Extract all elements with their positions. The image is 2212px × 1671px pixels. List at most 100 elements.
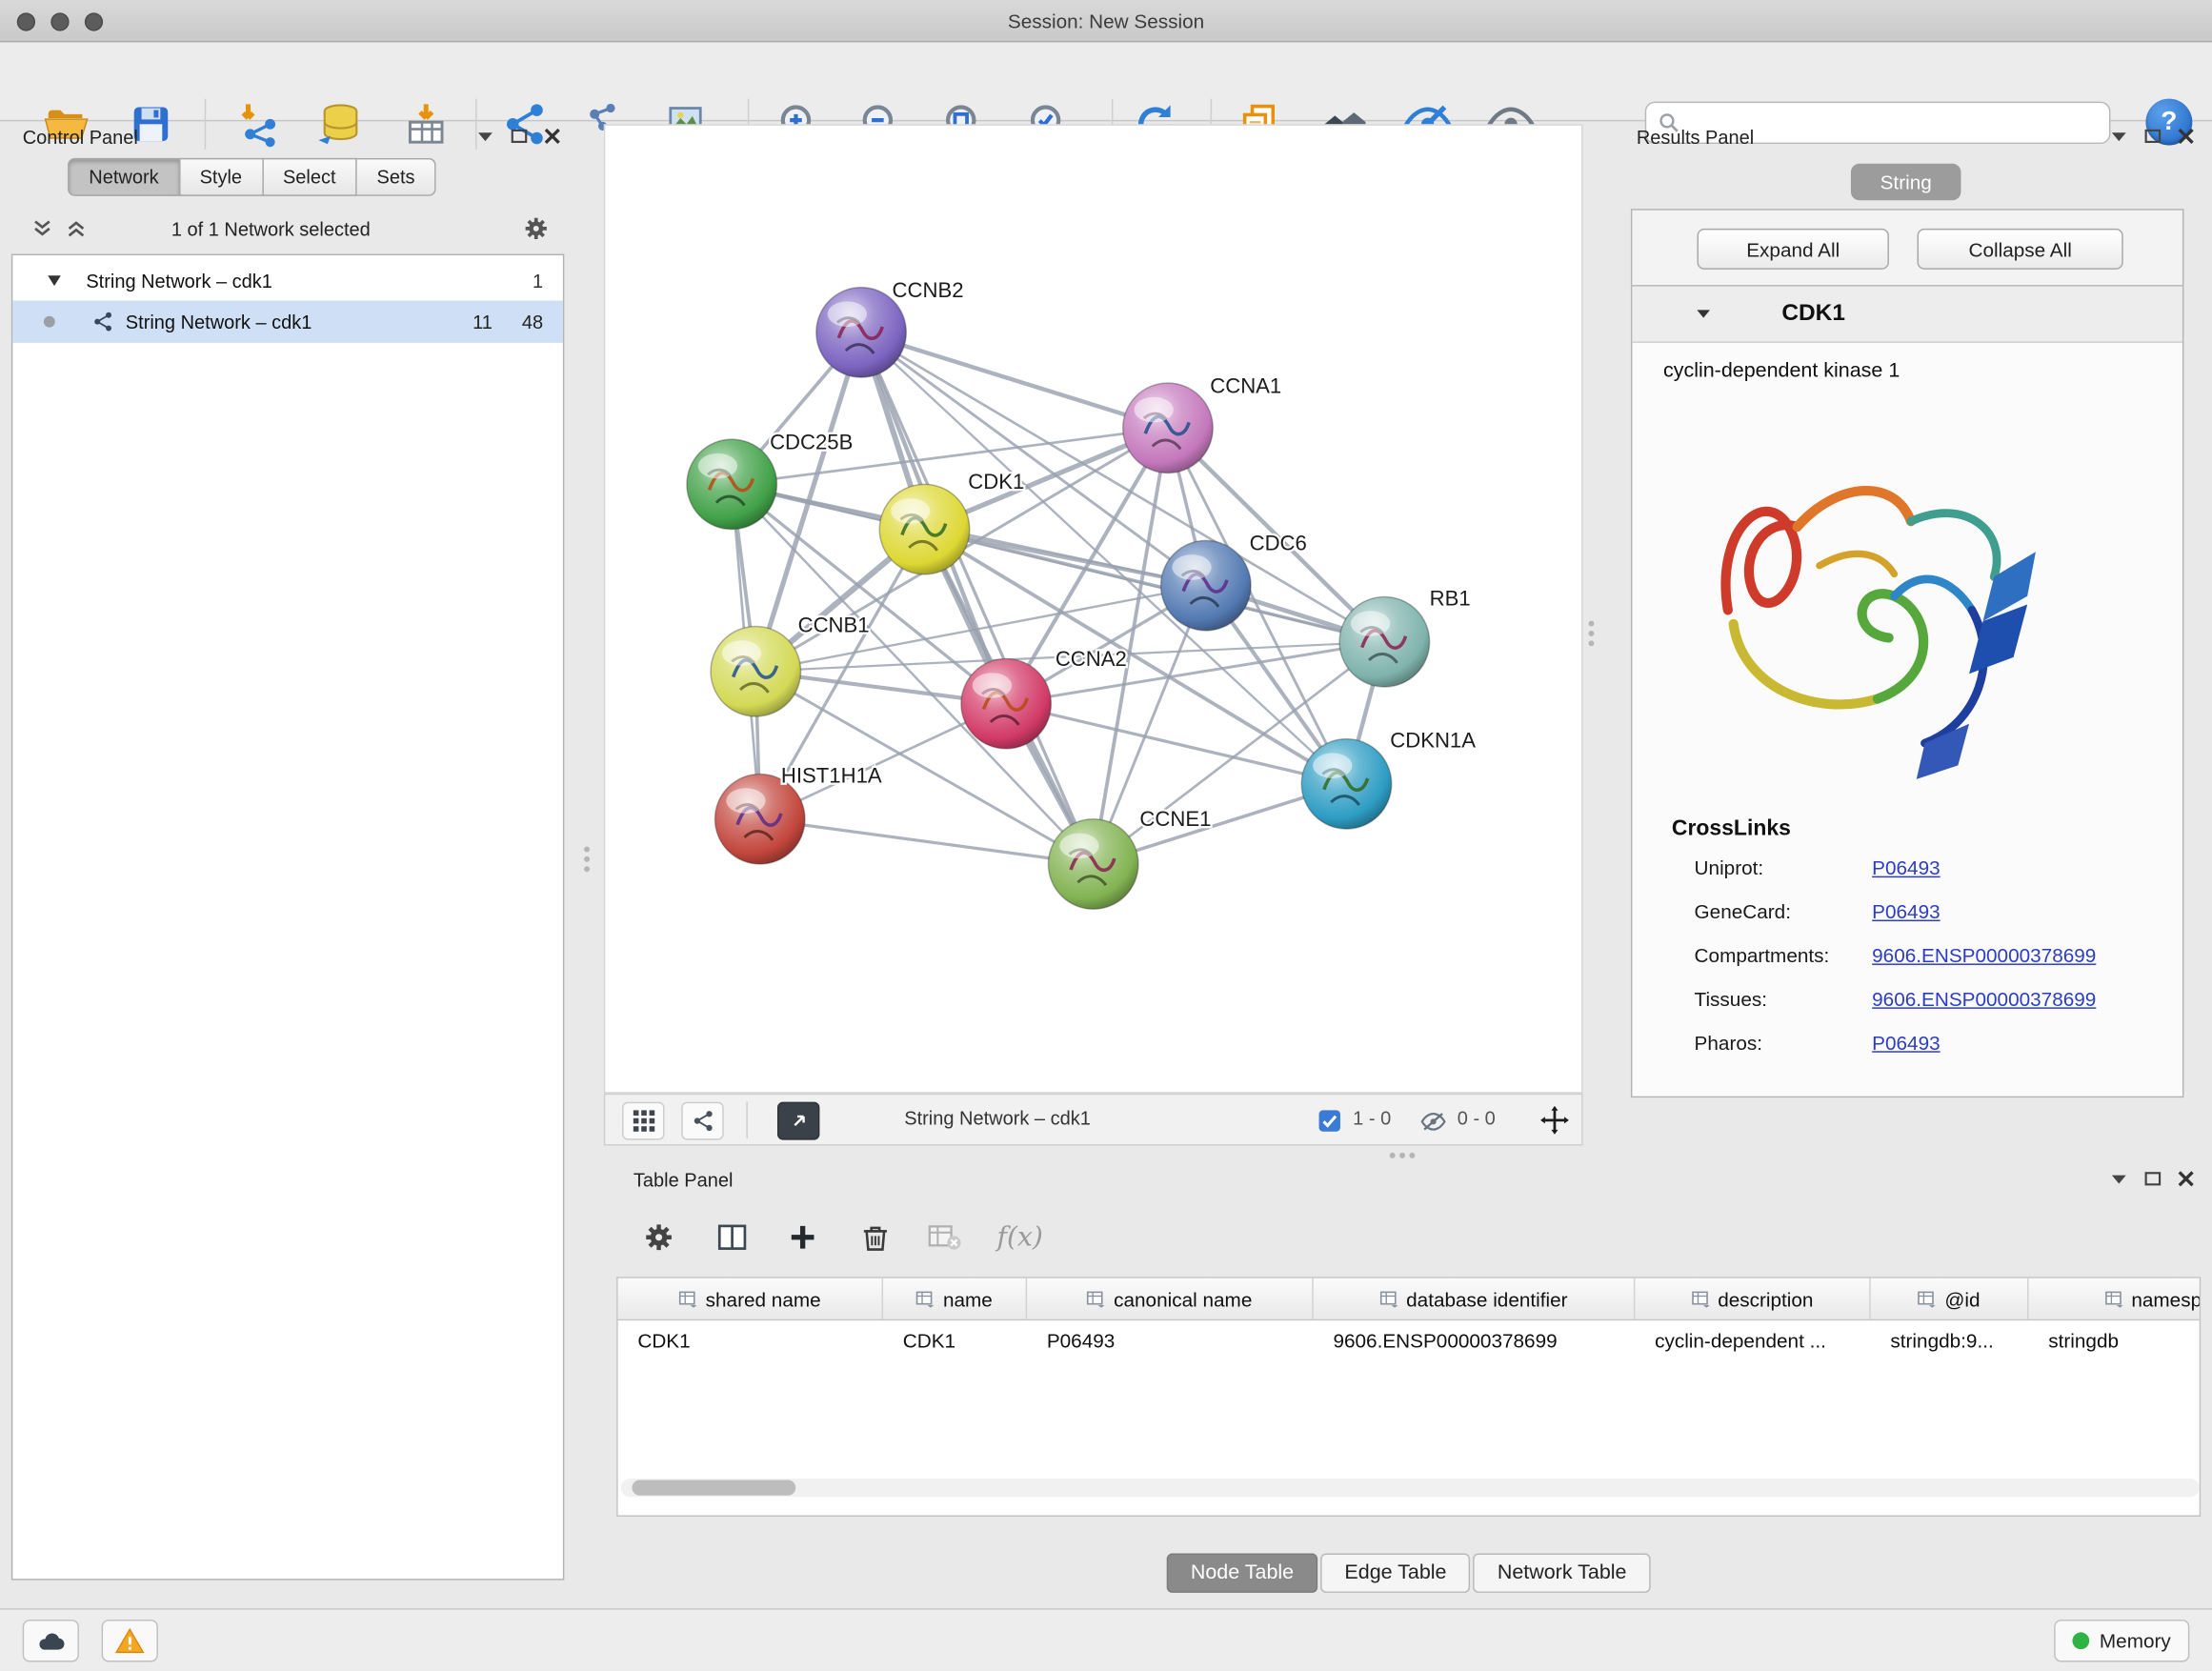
memory-button[interactable]: Memory xyxy=(2054,1620,2189,1661)
warning-icon xyxy=(114,1626,146,1655)
collapse-card-caret-icon[interactable] xyxy=(1695,306,1713,321)
tab-node-table[interactable]: Node Table xyxy=(1167,1553,1318,1592)
pan-move-icon[interactable] xyxy=(1539,1105,1571,1137)
network-canvas[interactable]: CCNB2CCNA1CDC25BCDK1CDC6RB1CCNB1CCNA2CDK… xyxy=(604,124,1583,1093)
column-header[interactable]: canonical name xyxy=(1027,1278,1314,1319)
fx-label: f(x) xyxy=(997,1221,1043,1253)
detach-view-button[interactable] xyxy=(777,1102,819,1140)
table-row[interactable]: CDK1CDK1P064939606.ENSP00000378699cyclin… xyxy=(618,1320,2200,1359)
memory-label: Memory xyxy=(2100,1629,2171,1652)
column-header[interactable]: name xyxy=(883,1278,1027,1319)
tab-edge-table[interactable]: Edge Table xyxy=(1320,1553,1470,1592)
left-splitter-handle[interactable] xyxy=(584,847,590,873)
table-cell[interactable]: CDK1 xyxy=(618,1320,883,1359)
results-panel-title: Results Panel xyxy=(1637,127,1754,148)
table-options-button[interactable] xyxy=(631,1209,687,1265)
hidden-eye-slash-icon[interactable] xyxy=(1419,1110,1448,1133)
network-view-toolbar: String Network – cdk1 1 - 0 0 - 0 xyxy=(604,1094,1583,1146)
gene-card-header[interactable]: CDK1 xyxy=(1632,287,2182,343)
gear-icon[interactable] xyxy=(522,214,551,243)
tree-expand-icon[interactable] xyxy=(47,273,62,288)
function-builder-button[interactable]: f(x) xyxy=(992,1209,1048,1265)
table-cell[interactable]: stringdb:9... xyxy=(1871,1320,2029,1359)
crosslink-genecard-link[interactable]: P06493 xyxy=(1872,900,1940,923)
column-header[interactable]: shared name xyxy=(618,1278,883,1319)
maximize-window-button[interactable] xyxy=(85,12,103,30)
column-header[interactable]: @id xyxy=(1871,1278,2029,1319)
table-delete-icon xyxy=(926,1221,961,1253)
float-panel-icon[interactable] xyxy=(2142,127,2162,145)
table-cell[interactable]: cyclin-dependent ... xyxy=(1635,1320,1870,1359)
close-panel-icon[interactable] xyxy=(2177,127,2195,145)
close-panel-icon[interactable] xyxy=(543,127,561,145)
tab-network-table[interactable]: Network Table xyxy=(1474,1553,1651,1592)
column-header[interactable]: namespace xyxy=(2029,1278,2202,1319)
float-panel-icon[interactable] xyxy=(2142,1170,2162,1188)
panel-menu-caret-icon[interactable] xyxy=(475,128,495,145)
network-node[interactable]: CCNA1 xyxy=(1123,373,1282,473)
network-collection-row[interactable]: String Network – cdk1 1 xyxy=(12,261,563,300)
tab-network[interactable]: Network xyxy=(68,158,180,196)
crosslink-label: GeneCard: xyxy=(1695,900,1791,923)
table-cell[interactable]: stringdb xyxy=(2029,1320,2202,1359)
tab-sets[interactable]: Sets xyxy=(357,158,436,196)
network-view-title: String Network – cdk1 xyxy=(904,1108,1091,1129)
current-network-bullet-icon xyxy=(44,316,55,328)
show-columns-button[interactable] xyxy=(704,1209,760,1265)
crosslink-uniprot-link[interactable]: P06493 xyxy=(1872,856,1940,879)
network-node[interactable]: RB1 xyxy=(1339,586,1471,687)
window-title: Session: New Session xyxy=(1008,10,1204,32)
right-splitter-handle[interactable] xyxy=(1588,621,1594,647)
delete-column-button[interactable] xyxy=(847,1209,903,1265)
network-small-icon xyxy=(691,1109,714,1133)
svg-text:CDKN1A: CDKN1A xyxy=(1390,728,1476,752)
close-window-button[interactable] xyxy=(17,12,35,30)
hscrollbar-thumb[interactable] xyxy=(632,1480,795,1495)
warnings-button[interactable] xyxy=(102,1620,158,1661)
plus-icon xyxy=(786,1220,820,1255)
column-header[interactable]: database identifier xyxy=(1314,1278,1636,1319)
column-type-icon xyxy=(679,1290,697,1307)
selected-checkbox-icon[interactable] xyxy=(1317,1109,1341,1133)
cloud-status-button[interactable] xyxy=(23,1620,79,1661)
column-type-icon xyxy=(1087,1290,1105,1307)
close-panel-icon[interactable] xyxy=(2177,1170,2195,1188)
tab-style[interactable]: Style xyxy=(180,158,263,196)
table-cell[interactable]: 9606.ENSP00000378699 xyxy=(1314,1320,1636,1359)
crosslink-compartments-link[interactable]: 9606.ENSP00000378699 xyxy=(1872,944,2096,967)
network-node[interactable]: CDC6 xyxy=(1161,532,1307,631)
network-node[interactable]: CCNB2 xyxy=(816,278,964,377)
table-cell[interactable]: CDK1 xyxy=(883,1320,1027,1359)
column-header[interactable]: description xyxy=(1635,1278,1870,1319)
svg-text:HIST1H1A: HIST1H1A xyxy=(781,763,882,787)
birds-eye-view-button[interactable] xyxy=(622,1102,664,1140)
float-panel-icon[interactable] xyxy=(510,127,530,145)
crosslink-pharos-link[interactable]: P06493 xyxy=(1872,1032,1940,1055)
gear-icon xyxy=(642,1220,676,1255)
tab-select[interactable]: Select xyxy=(263,158,357,196)
string-network-graph[interactable]: CCNB2CCNA1CDC25BCDK1CDC6RB1CCNB1CCNA2CDK… xyxy=(605,126,1581,1092)
table-cell[interactable]: P06493 xyxy=(1027,1320,1314,1359)
panel-menu-caret-icon[interactable] xyxy=(2109,128,2129,145)
app-window: Session: New Session xyxy=(0,0,2212,1670)
network-node[interactable]: CDK1 xyxy=(879,470,1024,574)
network-node[interactable]: HIST1H1A xyxy=(714,763,881,864)
crosslink-tissues-link[interactable]: 9606.ENSP00000378699 xyxy=(1872,988,2096,1011)
expand-all-button[interactable]: Expand All xyxy=(1698,229,1889,270)
graph-view-button[interactable] xyxy=(681,1102,723,1140)
bottom-splitter-handle[interactable] xyxy=(1390,1153,1416,1158)
panel-menu-caret-icon[interactable] xyxy=(2109,1170,2129,1187)
column-type-icon xyxy=(1379,1290,1398,1307)
network-node[interactable]: CDKN1A xyxy=(1301,728,1476,829)
delete-table-button[interactable] xyxy=(915,1209,972,1265)
gene-card-cdk1: CDK1 cyclin-dependent kinase 1 C xyxy=(1631,285,2184,1097)
minimize-window-button[interactable] xyxy=(50,12,69,30)
results-tab-string[interactable]: String xyxy=(1851,164,1961,201)
network-node[interactable]: CCNB1 xyxy=(711,613,870,716)
network-row-selected[interactable]: String Network – cdk1 11 48 xyxy=(12,300,563,342)
collapse-all-button[interactable]: Collapse All xyxy=(1918,229,2123,270)
table-tabs: Node Table Edge Table Network Table xyxy=(616,1553,2201,1595)
table-panel: Table Panel xyxy=(616,1164,2201,1601)
create-column-button[interactable] xyxy=(774,1209,831,1265)
svg-text:CCNE1: CCNE1 xyxy=(1139,807,1211,831)
